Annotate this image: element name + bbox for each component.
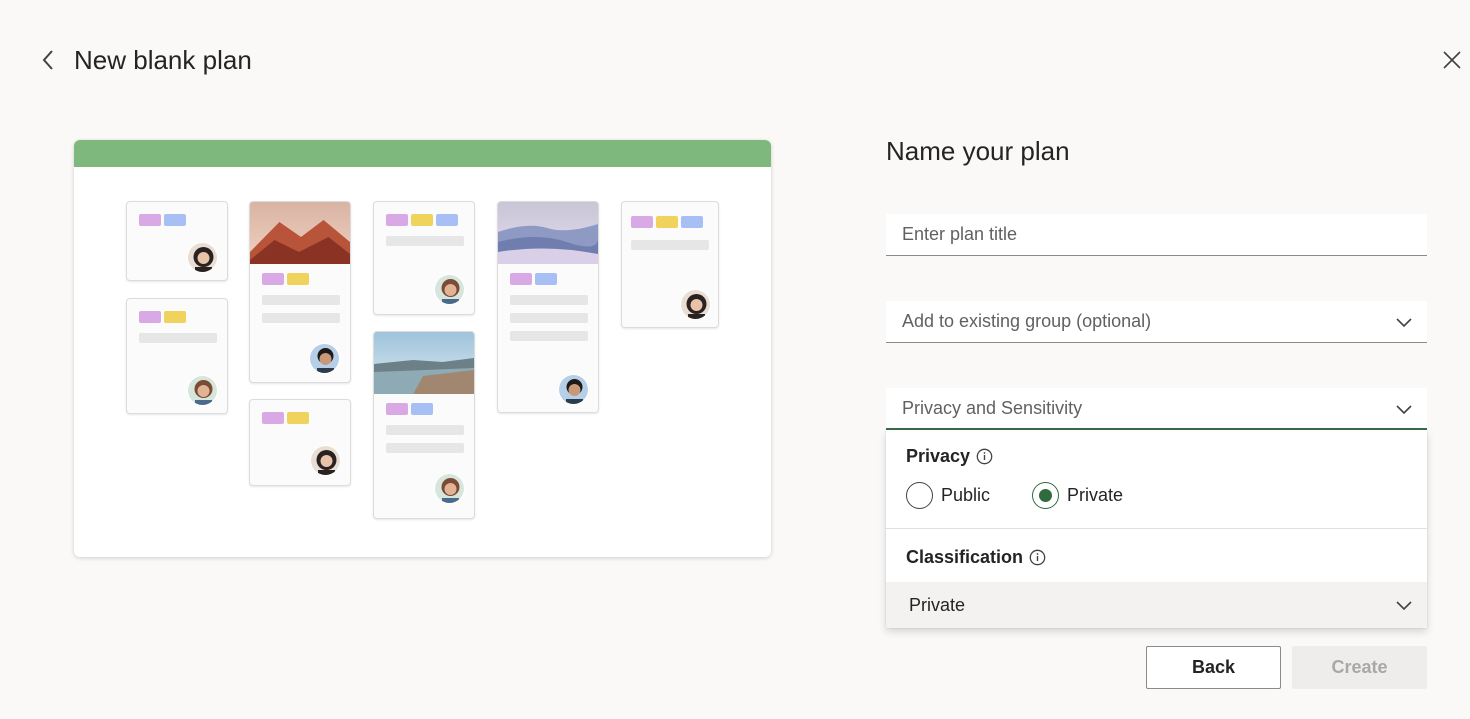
privacy-sensitivity-panel: Privacy Public Private Classification Pr… xyxy=(886,430,1427,628)
page-title: New blank plan xyxy=(74,44,252,75)
avatar xyxy=(434,274,465,305)
close-icon[interactable] xyxy=(1440,48,1464,72)
preview-card xyxy=(249,201,351,383)
privacy-sensitivity-dropdown[interactable]: Privacy and Sensitivity xyxy=(886,388,1427,430)
preview-card xyxy=(373,201,475,315)
radio-private[interactable]: Private xyxy=(1032,482,1123,509)
plan-title-input[interactable] xyxy=(902,224,1427,245)
board-preview-illustration xyxy=(74,140,771,557)
group-dropdown-label: Add to existing group (optional) xyxy=(902,311,1152,331)
avatar xyxy=(309,343,340,374)
form-title: Name your plan xyxy=(886,136,1070,166)
preview-card xyxy=(126,201,228,281)
radio-public[interactable]: Public xyxy=(906,482,990,509)
radio-circle[interactable] xyxy=(906,482,933,509)
create-button[interactable]: Create xyxy=(1292,646,1427,689)
privacy-radio-group: Public Private xyxy=(906,482,1123,509)
info-icon[interactable] xyxy=(976,448,993,465)
lake-image xyxy=(374,332,474,394)
classification-select[interactable]: Private xyxy=(886,582,1427,628)
group-dropdown[interactable]: Add to existing group (optional) xyxy=(886,301,1427,343)
privacy-sensitivity-label: Privacy and Sensitivity xyxy=(902,397,1083,418)
chevron-down-icon xyxy=(1396,405,1412,415)
classification-section-label: Classification xyxy=(906,547,1046,568)
classification-value: Private xyxy=(909,594,966,615)
chevron-left-icon[interactable] xyxy=(36,48,60,72)
dunes-image xyxy=(498,202,598,264)
preview-card xyxy=(497,201,599,413)
preview-card xyxy=(126,298,228,414)
avatar xyxy=(187,375,218,406)
avatar xyxy=(434,473,465,504)
chevron-down-icon xyxy=(1396,601,1412,611)
info-icon[interactable] xyxy=(1029,549,1046,566)
back-button[interactable]: Back xyxy=(1146,646,1281,689)
avatar xyxy=(558,374,589,405)
avatar xyxy=(680,289,711,320)
preview-card xyxy=(621,201,719,328)
divider xyxy=(886,528,1427,529)
preview-card xyxy=(249,399,351,486)
plan-title-field[interactable] xyxy=(886,214,1427,256)
header: New blank plan xyxy=(36,40,252,80)
preview-card xyxy=(373,331,475,519)
chevron-down-icon xyxy=(1396,318,1412,328)
preview-header-bar xyxy=(74,140,771,167)
mountain-image xyxy=(250,202,350,264)
avatar xyxy=(187,242,218,273)
avatar xyxy=(310,445,341,476)
privacy-section-label: Privacy xyxy=(906,446,993,467)
radio-circle-selected[interactable] xyxy=(1032,482,1060,509)
